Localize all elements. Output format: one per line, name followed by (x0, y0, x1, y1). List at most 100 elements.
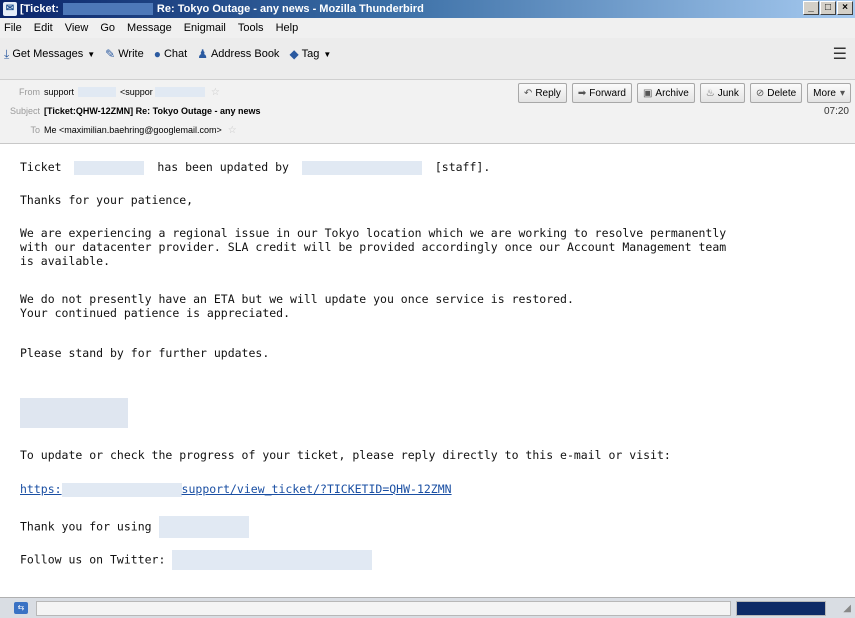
body-text: with our datacenter provider. SLA credit… (20, 240, 727, 254)
body-text: has been updated by (157, 160, 289, 174)
forward-icon: ➡ (577, 87, 587, 99)
tag-label: Tag (301, 48, 320, 60)
more-label: More (813, 87, 836, 99)
more-button[interactable]: More ▾ (807, 83, 851, 103)
body-text: We are experiencing a regional issue in … (20, 226, 727, 240)
main-toolbar: ⤓ Get Messages ▼ ✎ Write ● Chat ♟ Addres… (0, 38, 855, 80)
body-text: To update or check the progress of your … (20, 448, 671, 462)
menu-enigmail[interactable]: Enigmail (184, 22, 226, 34)
archive-button[interactable]: ▣ Archive (636, 83, 695, 103)
body-text: Your continued patience is appreciated. (20, 306, 291, 320)
link-text[interactable]: https: (20, 482, 62, 496)
redacted-block (158, 516, 249, 538)
status-text (36, 601, 731, 616)
menu-edit[interactable]: Edit (34, 22, 53, 34)
body-text: Follow us on Twitter: (20, 552, 166, 567)
resize-grip-icon[interactable]: ◢ (843, 603, 851, 614)
junk-label: Junk (717, 87, 739, 99)
menu-bar: File Edit View Go Message Enigmail Tools… (0, 18, 855, 38)
from-email[interactable]: <suppor (120, 87, 153, 97)
redacted-block (154, 87, 205, 97)
message-actions: ↶ Reply ➡ Forward ▣ Archive ♨ Junk ⊘ Del… (517, 83, 851, 103)
subject-label: Subject (9, 106, 40, 116)
get-messages-label: Get Messages (12, 48, 84, 60)
status-bar: ⇆ ◢ (0, 597, 855, 618)
reply-icon: ↶ (523, 87, 533, 99)
chat-button[interactable]: ● Chat (154, 47, 188, 61)
redacted-block (74, 160, 145, 175)
from-name[interactable]: support (44, 87, 74, 97)
address-book-label: Address Book (210, 48, 280, 60)
minimize-button[interactable]: _ (803, 1, 819, 15)
body-text: Please stand by for further updates. (20, 346, 270, 360)
message-header: From support <suppor ☆ Subject [Ticket:Q… (0, 80, 855, 144)
subject-row: Subject [Ticket:QHW-12ZMN] Re: Tokyo Out… (0, 102, 261, 120)
maximize-button[interactable]: □ (820, 1, 836, 15)
body-text: Thank you for using (20, 519, 152, 534)
pencil-icon: ✎ (105, 47, 116, 61)
menu-file[interactable]: File (4, 22, 22, 34)
write-label: Write (118, 48, 144, 60)
menu-help[interactable]: Help (276, 22, 299, 34)
message-body: Ticket has been updated by [staff]. Than… (0, 146, 855, 596)
contact-icon: ♟ (197, 47, 208, 61)
menu-tools[interactable]: Tools (238, 22, 264, 34)
delete-label: Delete (767, 87, 797, 99)
body-text: Ticket (20, 160, 62, 174)
chevron-down-icon[interactable]: ▼ (87, 50, 95, 59)
delete-icon: ⊘ (755, 87, 765, 99)
tag-button[interactable]: ◆ Tag ▼ (289, 47, 331, 61)
forward-label: Forward (589, 87, 626, 99)
reply-label: Reply (535, 87, 561, 99)
link-text[interactable]: support/view_ticket/?TICKETID=QHW-12ZMN (182, 482, 452, 496)
menu-go[interactable]: Go (100, 22, 115, 34)
tag-icon: ◆ (289, 47, 299, 61)
redacted-signature (20, 398, 128, 428)
twitter-line: Follow us on Twitter: (20, 550, 373, 570)
window-title-prefix: [Ticket: (20, 3, 59, 15)
window-controls: _ □ × (803, 1, 853, 15)
window-title: Re: Tokyo Outage - any news - Mozilla Th… (156, 3, 424, 15)
junk-icon: ♨ (705, 87, 715, 99)
from-label: From (19, 87, 40, 97)
body-text: Thanks for your patience, (20, 193, 194, 207)
redacted-block (78, 87, 117, 97)
redacted-block (301, 160, 422, 175)
reply-button[interactable]: ↶ Reply (517, 83, 567, 103)
redacted-block (61, 482, 182, 497)
write-button[interactable]: ✎ Write (105, 47, 144, 61)
chat-label: Chat (163, 48, 188, 60)
progress-indicator (736, 601, 826, 616)
to-row: To Me <maximilian.baehring@googlemail.co… (0, 121, 237, 139)
get-messages-button[interactable]: ⤓ Get Messages ▼ (4, 47, 95, 62)
archive-icon: ▣ (642, 87, 653, 99)
chevron-down-icon[interactable]: ▼ (323, 50, 331, 59)
forward-button[interactable]: ➡ Forward (571, 83, 632, 103)
menu-view[interactable]: View (65, 22, 89, 34)
chat-icon: ● (153, 47, 161, 61)
online-status-icon[interactable]: ⇆ (14, 602, 28, 614)
delete-button[interactable]: ⊘ Delete (749, 83, 803, 103)
archive-label: Archive (655, 87, 689, 99)
address-book-button[interactable]: ♟ Address Book (197, 47, 279, 61)
thunderbird-icon: ✉ (3, 2, 17, 16)
junk-button[interactable]: ♨ Junk (699, 83, 745, 103)
to-value[interactable]: Me <maximilian.baehring@googlemail.com> (44, 125, 222, 135)
close-button[interactable]: × (837, 1, 853, 15)
thank-you-line: Thank you for using (20, 516, 249, 538)
ticket-link[interactable]: https: support/view_ticket/?TICKETID=QHW-… (20, 482, 452, 497)
chevron-down-icon: ▾ (839, 87, 845, 99)
menu-message[interactable]: Message (127, 22, 172, 34)
ticket-update-line: Ticket has been updated by [staff]. (20, 160, 490, 175)
body-text: [staff]. (434, 160, 491, 174)
star-icon[interactable]: ☆ (228, 125, 237, 136)
to-label: To (30, 125, 40, 135)
title-bar: ✉ [Ticket: Re: Tokyo Outage - any news -… (0, 0, 855, 18)
body-text: We do not presently have an ETA but we w… (20, 292, 574, 306)
star-icon[interactable]: ☆ (211, 87, 220, 98)
from-row: From support <suppor ☆ (0, 83, 220, 101)
message-time: 07:20 (823, 106, 849, 117)
body-text: is available. (20, 254, 111, 268)
redacted-block (172, 550, 373, 570)
app-menu-icon[interactable]: ☰ (833, 44, 847, 64)
